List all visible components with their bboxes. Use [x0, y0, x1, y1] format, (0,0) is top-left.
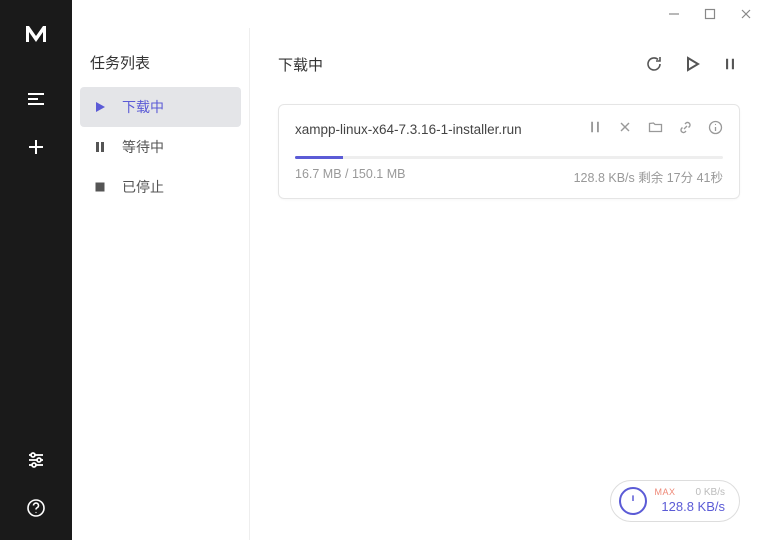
help-button[interactable] [16, 488, 56, 528]
task-progress-fill [295, 156, 343, 159]
sidebar: 任务列表 下载中 等待中 已停止 [72, 28, 250, 540]
sidebar-item-waiting[interactable]: 等待中 [80, 127, 241, 167]
content-area: 下载中 xampp-linux-x64-7.3.16-1-installer.r… [250, 28, 768, 540]
speed-text: MAX 0 KB/s 128.8 KB/s [655, 486, 725, 516]
add-task-button[interactable] [16, 127, 56, 167]
task-progress-bar [295, 156, 723, 159]
task-delete-button[interactable] [617, 119, 633, 135]
titlebar [72, 0, 768, 28]
stop-icon [92, 181, 108, 193]
pause-icon [92, 141, 108, 153]
maximize-button[interactable] [704, 8, 716, 20]
minimize-button[interactable] [668, 8, 680, 20]
resume-all-button[interactable] [682, 54, 702, 74]
upload-speed: 0 KB/s [696, 486, 725, 499]
settings-button[interactable] [16, 440, 56, 480]
task-link-button[interactable] [677, 119, 693, 135]
sidebar-item-label: 已停止 [122, 177, 164, 197]
task-info-button[interactable] [707, 119, 723, 135]
header-actions [644, 54, 740, 74]
sidebar-item-label: 等待中 [122, 137, 164, 157]
app-logo [24, 20, 48, 51]
sidebar-item-stopped[interactable]: 已停止 [80, 167, 241, 207]
pause-all-button[interactable] [720, 54, 740, 74]
download-task[interactable]: xampp-linux-x64-7.3.16-1-installer.run 1… [278, 104, 740, 199]
content-title: 下载中 [278, 54, 644, 75]
speed-max-label: MAX [655, 487, 676, 499]
task-size-text: 16.7 MB / 150.1 MB [295, 167, 405, 186]
speed-indicator[interactable]: MAX 0 KB/s 128.8 KB/s [610, 480, 740, 522]
sidebar-item-label: 下载中 [122, 97, 164, 117]
task-actions [587, 119, 723, 142]
task-status-text: 128.8 KB/s 剩余 17分 41秒 [574, 167, 723, 186]
sidebar-item-downloading[interactable]: 下载中 [80, 87, 241, 127]
refresh-button[interactable] [644, 54, 664, 74]
task-pause-button[interactable] [587, 119, 603, 135]
content-header: 下载中 [278, 46, 740, 82]
close-button[interactable] [740, 8, 752, 20]
sidebar-title: 任务列表 [90, 52, 241, 73]
task-folder-button[interactable] [647, 119, 663, 135]
download-speed: 128.8 KB/s [655, 499, 725, 516]
gauge-icon [619, 487, 647, 515]
task-filename: xampp-linux-x64-7.3.16-1-installer.run [295, 119, 587, 142]
app-rail [0, 0, 72, 540]
menu-button[interactable] [16, 79, 56, 119]
play-icon [92, 101, 108, 113]
